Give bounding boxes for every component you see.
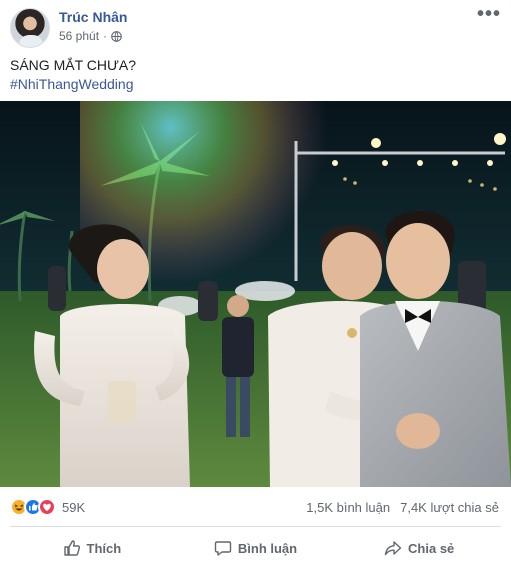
facebook-post: Trúc Nhân 56 phút · ••• SÁNG MẮT CHƯA? #… xyxy=(0,0,511,570)
actions-divider xyxy=(10,526,501,527)
more-options-icon[interactable]: ••• xyxy=(477,4,501,24)
post-meta: 56 phút · xyxy=(59,29,122,43)
author-name[interactable]: Trúc Nhân xyxy=(59,9,127,25)
reaction-summary[interactable]: 59K xyxy=(10,497,85,517)
engagement-stats: 1,5K bình luận 7,4K lượt chia sẻ xyxy=(306,500,499,515)
post-photo[interactable] xyxy=(0,101,511,487)
share-arrow-icon xyxy=(384,541,402,556)
author-avatar[interactable] xyxy=(10,8,50,48)
share-button[interactable]: Chia sẻ xyxy=(337,532,501,564)
like-button-label: Thích xyxy=(86,540,122,556)
post-header: Trúc Nhân 56 phút · ••• xyxy=(10,4,501,48)
comment-button[interactable]: Bình luận xyxy=(174,532,338,564)
share-button-label: Chia sẻ xyxy=(408,540,455,556)
post-actions: Thích Bình luận Chia sẻ xyxy=(10,532,501,564)
post-caption: SÁNG MẮT CHƯA? xyxy=(10,57,137,73)
comment-button-label: Bình luận xyxy=(237,540,298,556)
reaction-count[interactable]: 59K xyxy=(62,500,85,515)
post-hashtag[interactable]: #NhiThangWedding xyxy=(10,74,134,94)
wedding-photo-illustration xyxy=(0,101,511,487)
comment-count[interactable]: 1,5K bình luận xyxy=(306,500,390,515)
globe-icon xyxy=(111,30,122,42)
thumbs-up-icon xyxy=(63,540,80,556)
like-button[interactable]: Thích xyxy=(10,532,174,564)
post-time[interactable]: 56 phút xyxy=(59,29,99,43)
love-reaction-icon xyxy=(38,498,56,516)
share-count[interactable]: 7,4K lượt chia sẻ xyxy=(400,500,499,515)
comment-icon xyxy=(214,541,232,556)
